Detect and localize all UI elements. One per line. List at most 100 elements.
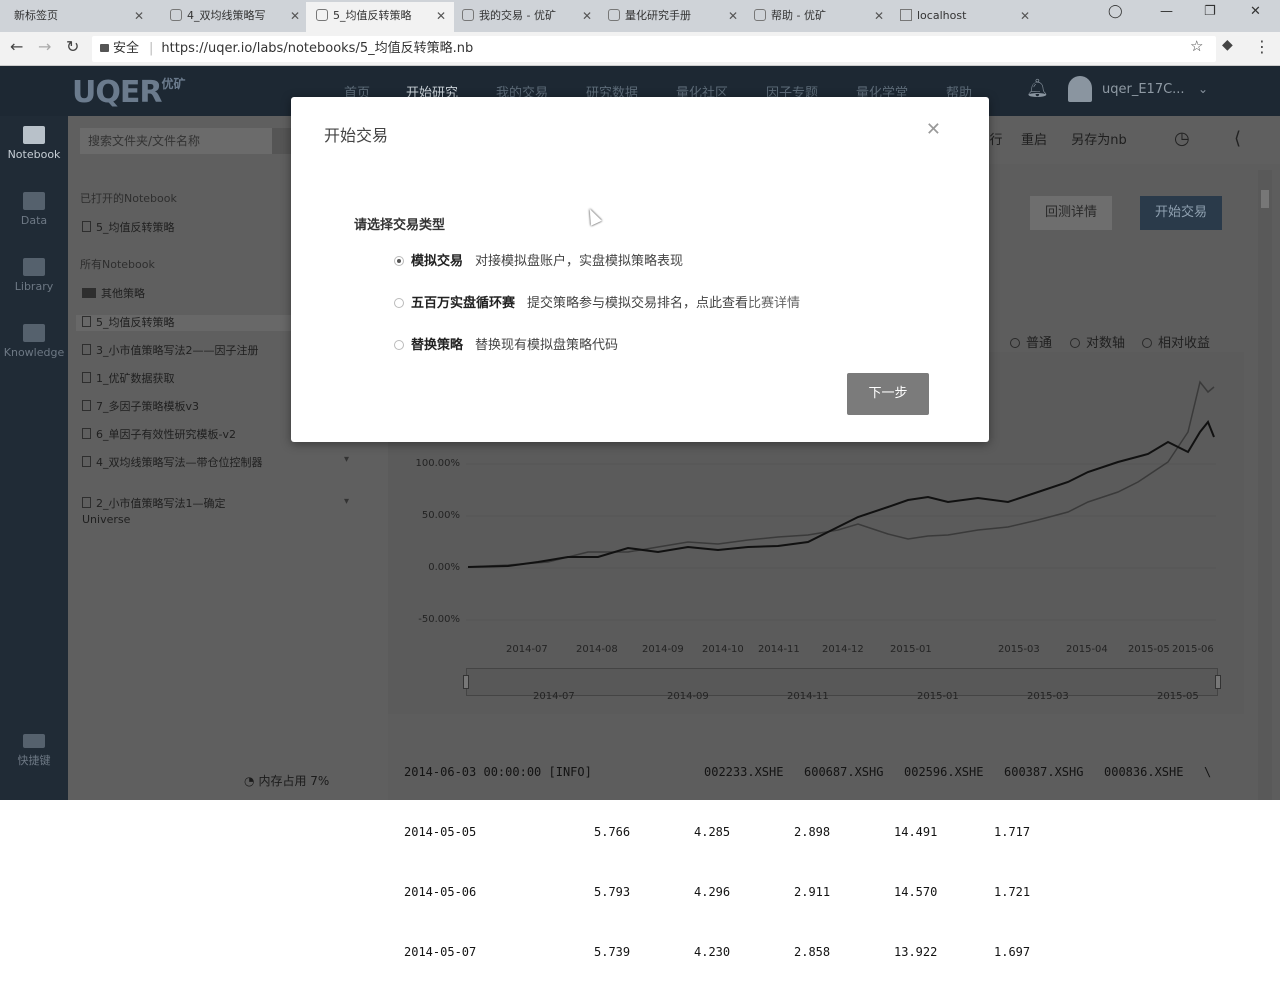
share-icon[interactable]: ⟨ [1234,128,1241,149]
file-label: 6_单因子有效性研究模板-v2 [96,428,236,441]
radio-icon [1142,338,1152,348]
profile-icon[interactable]: ◯ [1108,4,1123,19]
url-field[interactable]: 安全 | https://uqer.io/labs/notebooks/5_均值反转… [92,36,1216,62]
close-tab-icon[interactable]: ✕ [134,2,144,30]
notebook-item[interactable]: 2_小市值策略写法1—确定Universe [82,496,268,528]
rail-label: Data [20,214,48,227]
folder-item[interactable]: 其他策略 [82,286,282,302]
option-desc: 对接模拟盘账户，实盘模拟策略表现 [475,254,684,269]
browser-tab[interactable]: 我的交易 - 优矿 ✕ [452,2,600,32]
rail-data[interactable]: Data [0,192,68,227]
caret-down-icon[interactable]: ▾ [344,454,349,465]
scrollbar-thumb[interactable] [1261,190,1269,208]
main-scrollbar[interactable] [1258,170,1272,800]
browser-tab[interactable]: 帮助 - 优矿 ✕ [744,2,892,32]
toolbar-restart[interactable]: 重启 [1014,124,1054,158]
legend-relative[interactable]: 相对收益 [1142,332,1210,351]
df-cell: 5.739 [594,945,631,959]
file-label: 2_小市值策略写法1—确定Universe [82,497,226,526]
window-close-icon[interactable]: ✕ [1250,4,1261,19]
notebook-item[interactable]: 6_单因子有效性研究模板-v2 [82,427,282,443]
backtest-detail-button[interactable]: 回测详情 [1030,196,1112,230]
rail-notebook[interactable]: Notebook [0,126,68,161]
notebook-item[interactable]: 1_优矿数据获取 [82,371,282,387]
nav-tick: 2015-03 [1027,691,1069,702]
option-contest[interactable]: 五百万实盘循环赛 提交策略参与模拟交易排名，点此查看比赛详情 [394,292,800,311]
rail-shortcut[interactable]: 快捷键 [0,734,68,768]
tab-label: 新标签页 [14,9,58,22]
notebook-item[interactable]: 3_小市值策略写法2——因子注册 [82,343,302,359]
close-tab-icon[interactable]: ✕ [290,2,300,30]
user-name[interactable]: uqer_E17C... [1102,82,1185,97]
caret-down-icon[interactable]: ▾ [344,496,349,507]
rail-library[interactable]: Library [0,258,68,293]
radio-selected-icon[interactable] [394,256,404,266]
forward-icon[interactable]: → [38,37,51,56]
close-tab-icon[interactable]: ✕ [874,2,884,30]
folder-icon [82,288,96,298]
close-tab-icon[interactable]: ✕ [582,2,592,30]
file-icon [82,400,91,411]
chevron-down-icon[interactable]: ⌄ [1198,82,1208,96]
memory-usage: ◔ 内存占用 7% [244,772,329,789]
notebook-item[interactable]: 4_双均线策略写法—带仓位控制器 [82,455,268,471]
df-cell: 5.766 [594,825,631,839]
rail-knowledge[interactable]: Knowledge [0,324,68,359]
df-header-cell: \ [1204,765,1212,779]
next-step-button[interactable]: 下一步 [847,373,929,415]
option-replace[interactable]: 替换策略 替换现有模拟盘策略代码 [394,334,618,353]
radio-icon[interactable] [394,298,404,308]
maximize-icon[interactable]: ❐ [1204,4,1216,19]
notebook-item[interactable]: 7_多因子策略模板v3 [82,399,282,415]
df-header-cell: 600687.XSHG [804,765,884,779]
chart-navigator[interactable]: 2014-07 2014-09 2014-11 2015-01 2015-03 … [463,668,1221,702]
browser-tab[interactable]: 量化研究手册 ✕ [598,2,746,32]
close-tab-icon[interactable]: ✕ [1020,2,1030,30]
browser-tab-active[interactable]: 5_均值反转策略 ✕ [306,2,454,32]
start-trade-button[interactable]: 开始交易 [1140,196,1222,230]
df-cell: 2.858 [794,945,831,959]
opened-section-title: 已打开的Notebook [80,192,177,205]
browser-tab[interactable]: 4_双均线策略写 ✕ [160,2,308,32]
toolbar-save-as[interactable]: 另存为nb [1064,124,1134,158]
reload-icon[interactable]: ↻ [66,37,79,56]
df-cell: 4.285 [694,825,731,839]
menu-dots-icon[interactable]: ⋮ [1254,37,1270,56]
df-cell: 4.296 [694,885,731,899]
close-tab-icon[interactable]: ✕ [728,2,738,30]
browser-tab-bar: 新标签页 ✕ 4_双均线策略写 ✕ 5_均值反转策略 ✕ 我的交易 - 优矿 ✕ 量化研… [0,0,1280,32]
bell-icon[interactable]: 🔔︎ [1026,78,1049,99]
rail-label: Knowledge [3,346,65,359]
navigator-handle-left[interactable] [463,675,469,689]
file-icon [82,428,91,439]
avatar[interactable] [1068,76,1092,102]
navigator-handle-right[interactable] [1215,675,1221,689]
option-sim-trading[interactable]: 模拟交易 对接模拟盘账户，实盘模拟策略表现 [394,250,683,269]
back-icon[interactable]: ← [10,37,23,56]
browser-tab[interactable]: localhost ✕ [890,2,1038,32]
tab-label: 我的交易 - 优矿 [479,9,556,22]
close-icon[interactable]: ✕ [926,119,941,140]
keyboard-icon [23,734,45,748]
close-tab-icon[interactable]: ✕ [436,2,446,30]
radio-icon[interactable] [394,340,404,350]
legend-normal[interactable]: 普通 [1010,332,1052,351]
rail-label: Library [14,280,54,293]
file-label: 1_优矿数据获取 [96,372,175,385]
memory-label: 内存占用 7% [258,774,330,788]
history-icon[interactable]: ◷ [1174,128,1190,149]
extension-icon[interactable]: ◆ [1222,37,1233,53]
toolbar-run[interactable]: 行 [986,124,1006,158]
browser-tab[interactable]: 新标签页 ✕ [4,2,152,32]
logo[interactable]: UQER优矿 [72,75,185,110]
bookmark-star-icon[interactable]: ☆ [1190,37,1203,55]
df-row: 2014-05-06 5.793 4.296 2.911 14.570 1.721 [404,882,1224,902]
opened-notebook-item[interactable]: 5_均值反转策略 [82,220,282,236]
contest-detail-link[interactable]: 比赛详情 [748,296,800,311]
minimize-icon[interactable]: — [1160,4,1173,19]
df-header-cell: 600387.XSHG [1004,765,1084,779]
legend-log[interactable]: 对数轴 [1070,332,1125,351]
folder-label: 其他策略 [101,287,145,300]
logo-sub: 优矿 [161,77,186,91]
lock-icon [100,44,109,52]
